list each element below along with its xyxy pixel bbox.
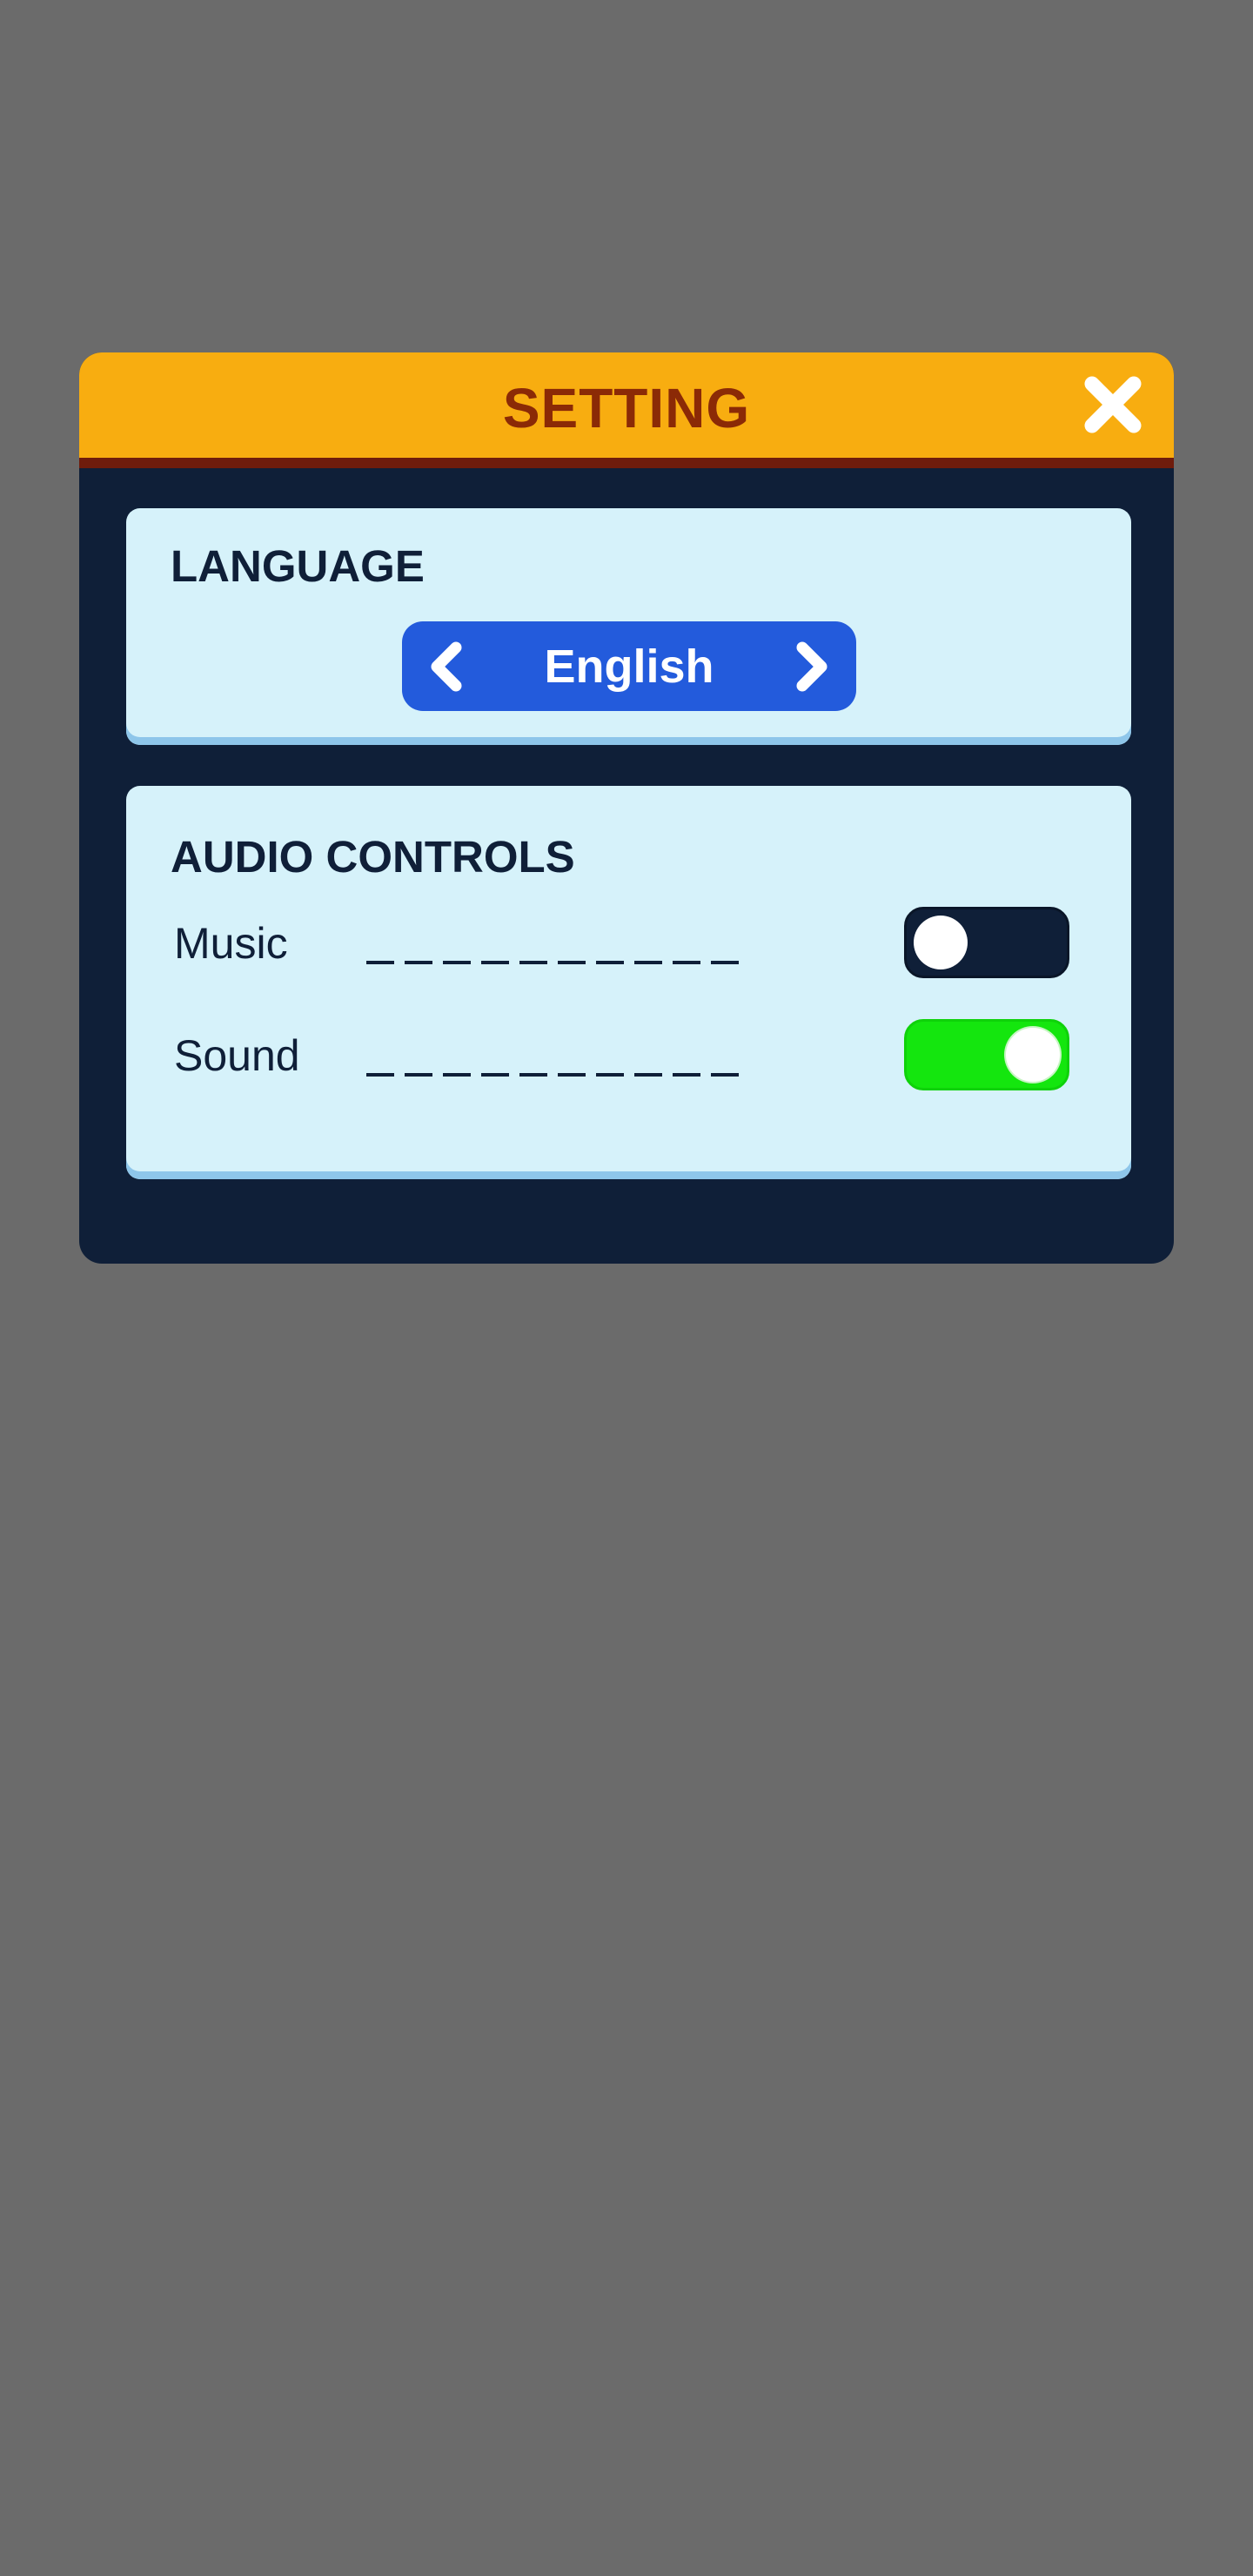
toggle-knob xyxy=(914,916,968,969)
toggle-knob xyxy=(1006,1028,1060,1082)
dialog-header: SETTING xyxy=(79,352,1174,468)
language-title: LANGUAGE xyxy=(171,541,425,591)
settings-dialog: SETTING LANGUAGE English AUDIO CONTROLS xyxy=(79,352,1174,1264)
chevron-right-icon xyxy=(796,641,828,692)
audio-controls-card: AUDIO CONTROLS Music Sound xyxy=(126,786,1131,1179)
dotted-leader xyxy=(366,1073,749,1077)
dialog-title: SETTING xyxy=(502,377,751,439)
chevron-left-icon xyxy=(431,641,462,692)
language-prev-button[interactable] xyxy=(423,641,472,693)
music-row: Music xyxy=(126,907,1131,978)
music-toggle[interactable] xyxy=(904,907,1069,978)
sound-row: Sound xyxy=(126,1019,1131,1090)
sound-toggle[interactable] xyxy=(904,1019,1069,1090)
sound-label: Sound xyxy=(174,1031,300,1080)
language-value: English xyxy=(544,641,714,693)
language-next-button[interactable] xyxy=(787,641,835,693)
close-icon xyxy=(1084,376,1142,433)
audio-controls-title: AUDIO CONTROLS xyxy=(171,832,575,882)
language-card: LANGUAGE English xyxy=(126,508,1131,745)
close-button[interactable] xyxy=(1080,372,1146,438)
language-selector: English xyxy=(402,621,856,711)
music-label: Music xyxy=(174,919,288,968)
dotted-leader xyxy=(366,961,749,964)
